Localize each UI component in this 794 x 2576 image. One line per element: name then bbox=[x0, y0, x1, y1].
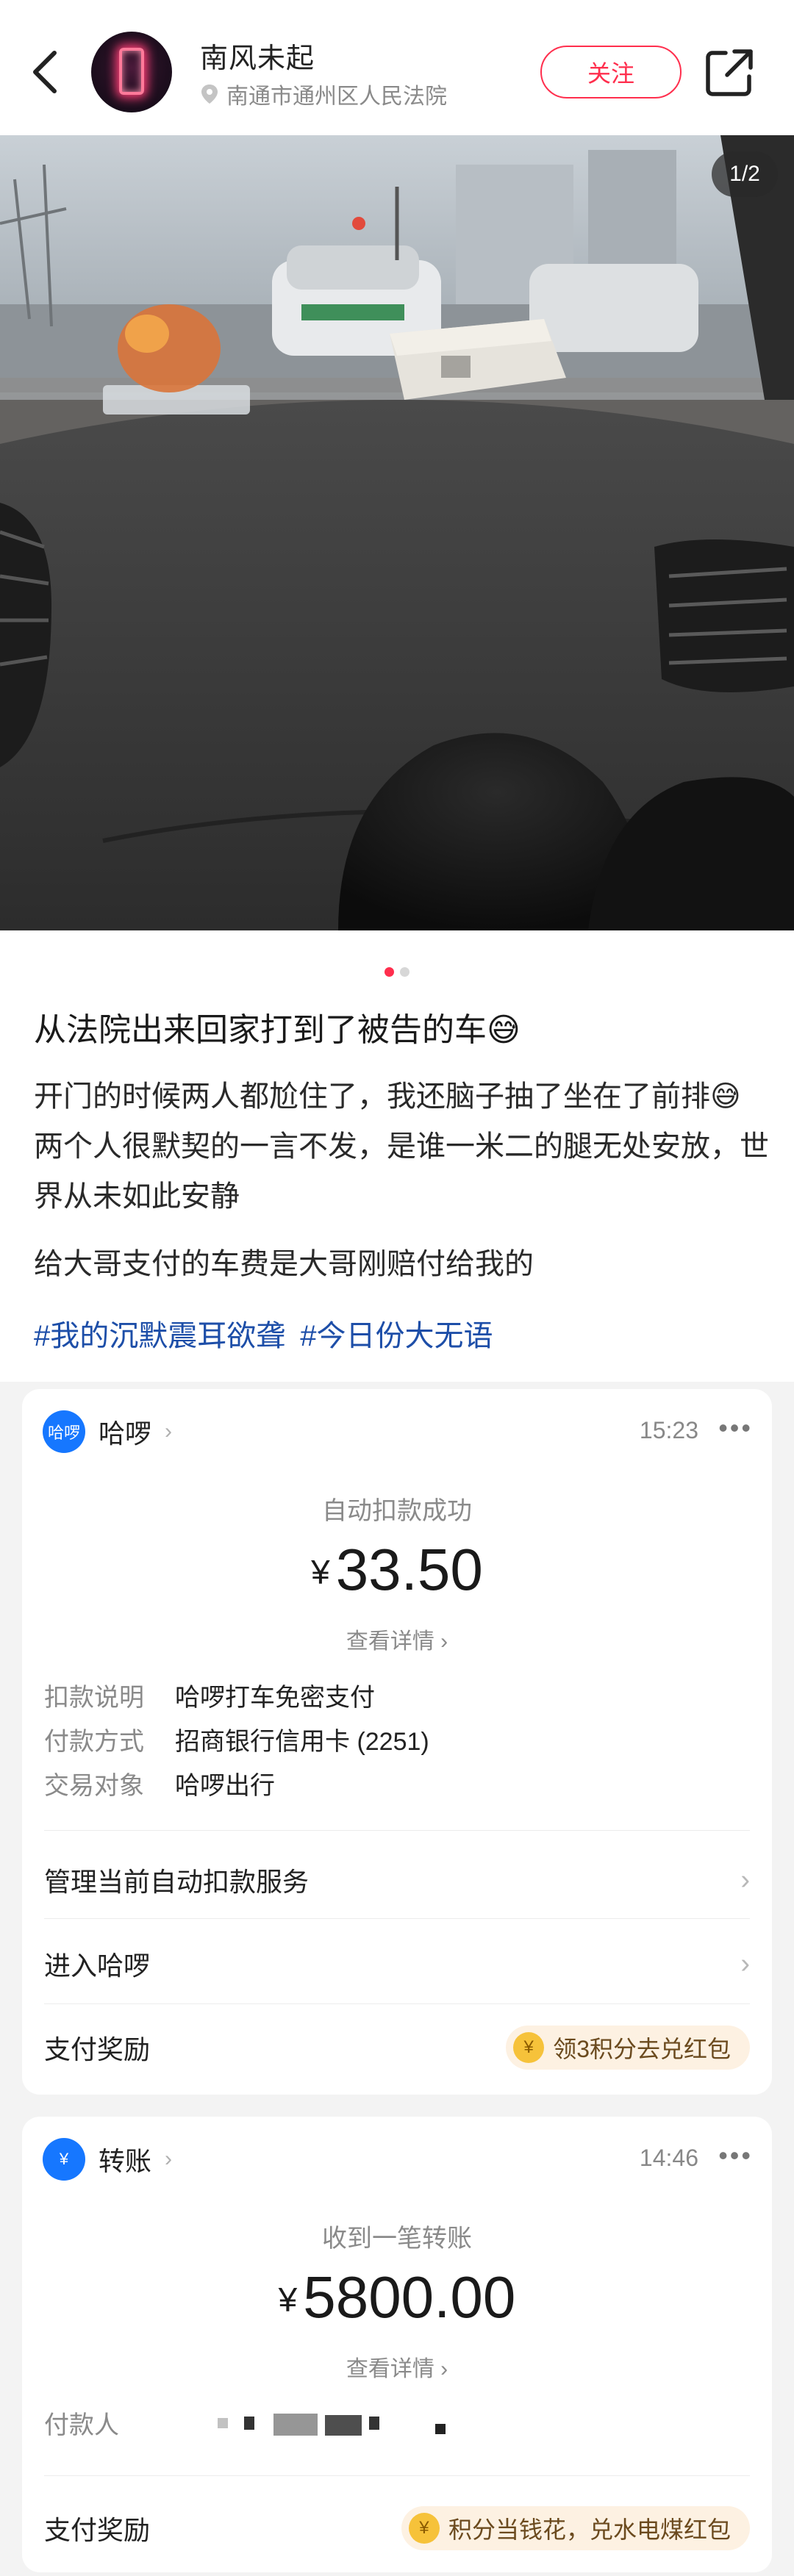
transfer-status: 收到一笔转账 bbox=[322, 2225, 472, 2253]
transaction-party: 交易对象 哈啰出行 bbox=[44, 1772, 275, 1800]
follow-button[interactable]: 关注 bbox=[540, 46, 682, 98]
location-pin-icon bbox=[201, 85, 218, 104]
payment-reward-row: 支付奖励 ¥ 领3积分去兑红包 bbox=[44, 2011, 750, 2084]
post-header: 南风未起 南通市通州区人民法院 关注 bbox=[0, 0, 794, 135]
divider bbox=[44, 1830, 750, 1831]
view-details-link[interactable]: 查看详情 › bbox=[22, 1623, 772, 1655]
points-coin-icon: ¥ bbox=[513, 2032, 545, 2063]
transfer-icon: ¥ bbox=[43, 2138, 85, 2181]
redacted-payer-name bbox=[218, 2414, 446, 2436]
app-name: 转账 bbox=[99, 2146, 152, 2176]
points-coin-icon: ¥ bbox=[408, 2513, 440, 2544]
hellobike-logo-icon: 哈啰 bbox=[43, 1410, 85, 1453]
post-photo[interactable]: 1/2 bbox=[0, 135, 794, 930]
share-icon[interactable] bbox=[702, 44, 758, 100]
card-header[interactable]: 哈啰 哈啰 › bbox=[43, 1410, 172, 1454]
card-time: 15:23 bbox=[639, 1417, 698, 1443]
payment-card-hellobike: 哈啰 哈啰 › 15:23 ••• 自动扣款成功 ¥33.50 查看详情 › 扣… bbox=[22, 1389, 772, 2095]
carousel-dot bbox=[400, 967, 409, 977]
photo-counter: 1/2 bbox=[712, 151, 778, 197]
payment-reward-row: 支付奖励 ¥ 积分当钱花，兑水电煤红包 bbox=[44, 2491, 750, 2565]
transfer-amount: ¥5800.00 bbox=[278, 2264, 516, 2330]
payment-card-transfer: ¥ 转账 › 14:46 ••• 收到一笔转账 ¥5800.00 查看详情 › … bbox=[22, 2117, 772, 2572]
card-time: 14:46 bbox=[639, 2145, 698, 2171]
divider bbox=[44, 2003, 750, 2004]
chevron-right-icon: › bbox=[165, 1419, 173, 1443]
author-name[interactable]: 南风未起 bbox=[200, 35, 315, 76]
divider bbox=[44, 2475, 750, 2476]
chevron-right-icon: › bbox=[740, 1864, 750, 1895]
post-body: 开门的时候两人都尬住了，我还脑子抽了坐在了前排😅两个人很默契的一言不发，是谁一米… bbox=[34, 1080, 769, 1213]
enter-hellobike-row[interactable]: 进入哈啰 › bbox=[44, 1927, 750, 2001]
reward-pill[interactable]: ¥ 领3积分去兑红包 bbox=[506, 2026, 750, 2070]
payment-status: 自动扣款成功 bbox=[322, 1497, 472, 1525]
payment-amount: ¥33.50 bbox=[311, 1537, 483, 1602]
post-title: 从法院出来回家打到了被告的车😅 bbox=[34, 1012, 521, 1048]
hashtag-link[interactable]: #我的沉默震耳欲聋 bbox=[34, 1316, 285, 1357]
chevron-right-icon: › bbox=[165, 2147, 173, 2171]
more-icon[interactable]: ••• bbox=[718, 2142, 753, 2169]
carousel-dot-active bbox=[385, 967, 394, 977]
payment-method: 付款方式 招商银行信用卡 (2251) bbox=[44, 1728, 429, 1756]
post-body-second-paragraph: 给大哥支付的车费是大哥刚赔付给我的 bbox=[34, 1248, 534, 1280]
chevron-right-icon: › bbox=[740, 1948, 750, 1979]
more-icon[interactable]: ••• bbox=[718, 1415, 753, 1441]
location-text: 南通市通州区人民法院 bbox=[226, 85, 447, 109]
reward-pill[interactable]: ¥ 积分当钱花，兑水电煤红包 bbox=[401, 2506, 750, 2550]
app-name: 哈啰 bbox=[99, 1418, 152, 1449]
back-arrow-icon[interactable] bbox=[21, 43, 72, 101]
carousel-dots bbox=[0, 967, 794, 982]
divider bbox=[44, 1918, 750, 1919]
manage-auto-deduct-row[interactable]: 管理当前自动扣款服务 › bbox=[44, 1843, 750, 1917]
payer-field: 付款人 bbox=[44, 2411, 119, 2439]
hashtag-link[interactable]: #今日份大无语 bbox=[300, 1316, 493, 1357]
view-details-link[interactable]: 查看详情 › bbox=[22, 2350, 772, 2383]
hashtag-list: #我的沉默震耳欲聋 #今日份大无语 bbox=[34, 1316, 769, 1357]
car-dashboard-photo bbox=[0, 135, 794, 930]
deduction-description: 扣款说明 哈啰打车免密支付 bbox=[44, 1684, 375, 1712]
location-tag[interactable]: 南通市通州区人民法院 bbox=[200, 79, 447, 109]
avatar[interactable] bbox=[91, 32, 172, 112]
card-header[interactable]: ¥ 转账 › bbox=[43, 2137, 172, 2181]
